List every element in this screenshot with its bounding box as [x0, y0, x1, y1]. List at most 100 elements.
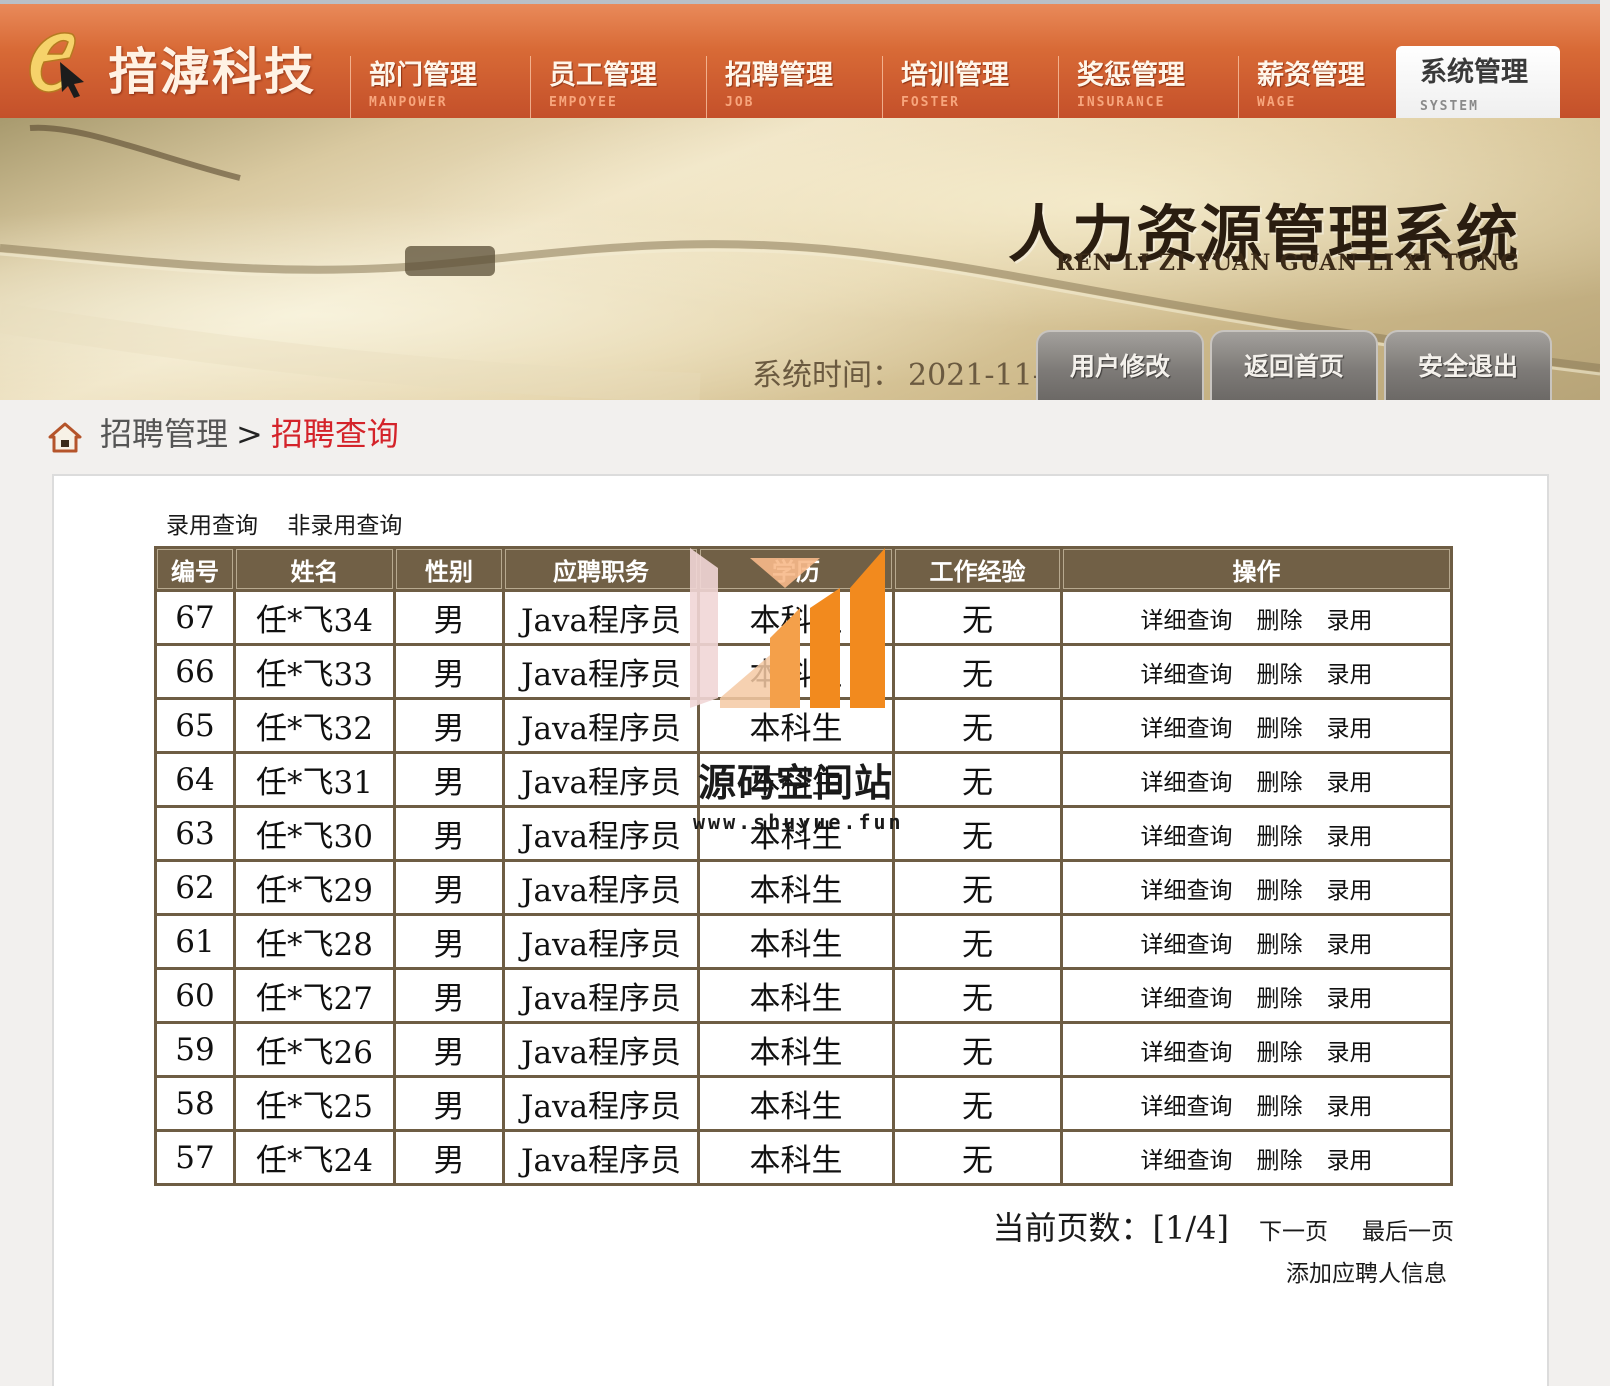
next-page-link[interactable]: 下一页: [1259, 1219, 1328, 1245]
detail-query-link[interactable]: 详细查询: [1141, 1148, 1233, 1174]
nav-tab-label: 部门管理: [369, 60, 477, 91]
delete-link[interactable]: 删除: [1257, 716, 1303, 742]
filter-links: 录用查询 非录用查询: [166, 506, 424, 540]
delete-link[interactable]: 删除: [1257, 1040, 1303, 1066]
delete-link[interactable]: 删除: [1257, 770, 1303, 796]
cell-job: Java程序员: [505, 808, 697, 859]
cell-name: 任*飞24: [236, 1132, 393, 1183]
hire-link[interactable]: 录用: [1327, 878, 1373, 904]
cell-id: 67: [157, 592, 233, 643]
nav-tab-label: 系统管理: [1420, 57, 1528, 88]
home-button[interactable]: 返回首页: [1210, 330, 1378, 400]
cell-job: Java程序员: [505, 754, 697, 805]
table-row: 63 任*飞30 男 Java程序员 本科生无详细查询 删除 录用: [157, 808, 1450, 859]
cell-gender: 男: [396, 970, 502, 1021]
cell-id: 66: [157, 646, 233, 697]
nav-tab-department[interactable]: 部门管理 MANPOWER: [350, 56, 530, 120]
nav-tab-recruitment[interactable]: 招聘管理 JOB: [706, 56, 882, 120]
nav-tab-sublabel: MANPOWER: [369, 95, 448, 110]
delete-link[interactable]: 删除: [1257, 824, 1303, 850]
cell-job: Java程序员: [505, 916, 697, 967]
hire-link[interactable]: 录用: [1327, 1094, 1373, 1120]
detail-query-link[interactable]: 详细查询: [1141, 662, 1233, 688]
delete-link[interactable]: 删除: [1257, 986, 1303, 1012]
cell-operations: 详细查询 删除 录用: [1063, 1132, 1450, 1183]
cell-education: 本科生: [700, 970, 892, 1021]
detail-query-link[interactable]: 详细查询: [1141, 1094, 1233, 1120]
last-page-link[interactable]: 最后一页: [1362, 1219, 1454, 1245]
cell-operations: 详细查询 删除 录用: [1063, 862, 1450, 913]
hire-link[interactable]: 录用: [1327, 986, 1373, 1012]
cell-experience: 无: [895, 808, 1060, 859]
nav-tab-system[interactable]: 系统管理 SYSTEM: [1396, 46, 1560, 122]
cell-education: 本科生: [700, 808, 892, 859]
logout-button[interactable]: 安全退出: [1384, 330, 1552, 400]
cell-education: 本科生: [700, 1132, 892, 1183]
cell-gender: 男: [396, 916, 502, 967]
cell-name: 任*飞29: [236, 862, 393, 913]
table-row: 58 任*飞25 男 Java程序员 本科生无详细查询 删除 录用: [157, 1078, 1450, 1129]
brand-name: 揞滹科技: [108, 43, 316, 101]
cell-gender: 男: [396, 592, 502, 643]
nav-tab-label: 薪资管理: [1257, 60, 1365, 91]
modify-user-button[interactable]: 用户修改: [1036, 330, 1204, 400]
cell-id: 57: [157, 1132, 233, 1183]
delete-link[interactable]: 删除: [1257, 1148, 1303, 1174]
cell-id: 58: [157, 1078, 233, 1129]
detail-query-link[interactable]: 详细查询: [1141, 824, 1233, 850]
hire-link[interactable]: 录用: [1327, 932, 1373, 958]
cell-gender: 男: [396, 808, 502, 859]
hire-link[interactable]: 录用: [1327, 1040, 1373, 1066]
hire-link[interactable]: 录用: [1327, 662, 1373, 688]
table-row: 57 任*飞24 男 Java程序员 本科生无详细查询 删除 录用: [157, 1132, 1450, 1183]
detail-query-link[interactable]: 详细查询: [1141, 986, 1233, 1012]
delete-link[interactable]: 删除: [1257, 878, 1303, 904]
detail-query-link[interactable]: 详细查询: [1141, 878, 1233, 904]
nav-tab-training[interactable]: 培训管理 FOSTER: [882, 56, 1058, 120]
table-row: 65 任*飞32 男 Java程序员 本科生无详细查询 删除 录用: [157, 700, 1450, 751]
cell-job: Java程序员: [505, 862, 697, 913]
detail-query-link[interactable]: 详细查询: [1141, 932, 1233, 958]
header-banner: 人力资源管理系统 REN LI ZI YUAN GUAN LI XI TONG …: [0, 118, 1600, 400]
cell-experience: 无: [895, 970, 1060, 1021]
cell-gender: 男: [396, 754, 502, 805]
page-label: 当前页数：: [992, 1209, 1153, 1247]
cell-experience: 无: [895, 1024, 1060, 1075]
hire-link[interactable]: 录用: [1327, 770, 1373, 796]
table-row: 61 任*飞28 男 Java程序员 本科生无详细查询 删除 录用: [157, 916, 1450, 967]
table-row: 67 任*飞34 男 Java程序员 本科生无详细查询 删除 录用: [157, 592, 1450, 643]
nav-tab-salary[interactable]: 薪资管理 WAGE: [1238, 56, 1388, 120]
banner-subtitle: REN LI ZI YUAN GUAN LI XI TONG: [1055, 250, 1520, 276]
cell-gender: 男: [396, 862, 502, 913]
detail-query-link[interactable]: 详细查询: [1141, 770, 1233, 796]
table-row: 64 任*飞31 男 Java程序员 本科生无详细查询 删除 录用: [157, 754, 1450, 805]
nav-tab-rewards[interactable]: 奖惩管理 INSURANCE: [1058, 56, 1238, 120]
cell-operations: 详细查询 删除 录用: [1063, 700, 1450, 751]
cell-gender: 男: [396, 1024, 502, 1075]
hire-link[interactable]: 录用: [1327, 1148, 1373, 1174]
hire-link[interactable]: 录用: [1327, 824, 1373, 850]
breadcrumb-parent[interactable]: 招聘管理: [100, 415, 228, 453]
cell-name: 任*飞27: [236, 970, 393, 1021]
detail-query-link[interactable]: 详细查询: [1141, 716, 1233, 742]
cell-job: Java程序员: [505, 646, 697, 697]
cell-operations: 详细查询 删除 录用: [1063, 1024, 1450, 1075]
pagination: 当前页数：[1/4] 下一页 最后一页: [54, 1203, 1454, 1249]
not-hired-query-link[interactable]: 非录用查询: [287, 513, 402, 539]
delete-link[interactable]: 删除: [1257, 1094, 1303, 1120]
e-cursor-logo-icon: [29, 32, 84, 98]
cell-name: 任*飞25: [236, 1078, 393, 1129]
hire-link[interactable]: 录用: [1327, 716, 1373, 742]
delete-link[interactable]: 删除: [1257, 932, 1303, 958]
breadcrumb-separator: >: [236, 415, 263, 453]
detail-query-link[interactable]: 详细查询: [1141, 608, 1233, 634]
applicant-table: 编号 姓名 性别 应聘职务 学历 工作经验 操作 67 任*飞34 男 Java程序员…: [154, 546, 1453, 1186]
delete-link[interactable]: 删除: [1257, 662, 1303, 688]
nav-tab-employee[interactable]: 员工管理 EMPOYEE: [530, 56, 706, 120]
add-applicant-link[interactable]: 添加应聘人信息: [1286, 1254, 1447, 1288]
nav-tab-label: 奖惩管理: [1077, 60, 1185, 91]
detail-query-link[interactable]: 详细查询: [1141, 1040, 1233, 1066]
hire-link[interactable]: 录用: [1327, 608, 1373, 634]
hired-query-link[interactable]: 录用查询: [166, 513, 258, 539]
delete-link[interactable]: 删除: [1257, 608, 1303, 634]
